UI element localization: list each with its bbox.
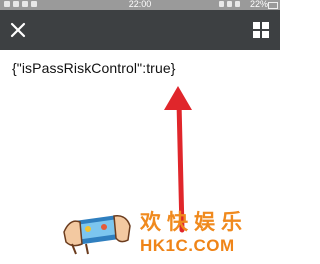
watermark: 欢快娱乐 HK1C.COM [62,198,242,264]
grid-menu-icon [253,22,269,38]
status-bar: 22:00 22% [0,0,280,10]
signal-icons [219,1,240,7]
signal-icon [235,1,240,7]
battery-percent: 22% [249,0,268,9]
wifi-icon [227,1,232,7]
watermark-chinese-text: 欢快娱乐 [140,209,248,234]
close-icon [10,22,26,38]
battery-icon [268,2,278,9]
gamepad-hands-logo [63,214,131,255]
title-bar [0,10,280,50]
watermark-domain-text: HK1C.COM [140,236,235,255]
close-button[interactable] [6,18,30,42]
json-response-text: {"isPassRiskControl":true} [12,60,176,76]
alarm-icon [219,1,224,7]
menu-button[interactable] [250,19,272,41]
